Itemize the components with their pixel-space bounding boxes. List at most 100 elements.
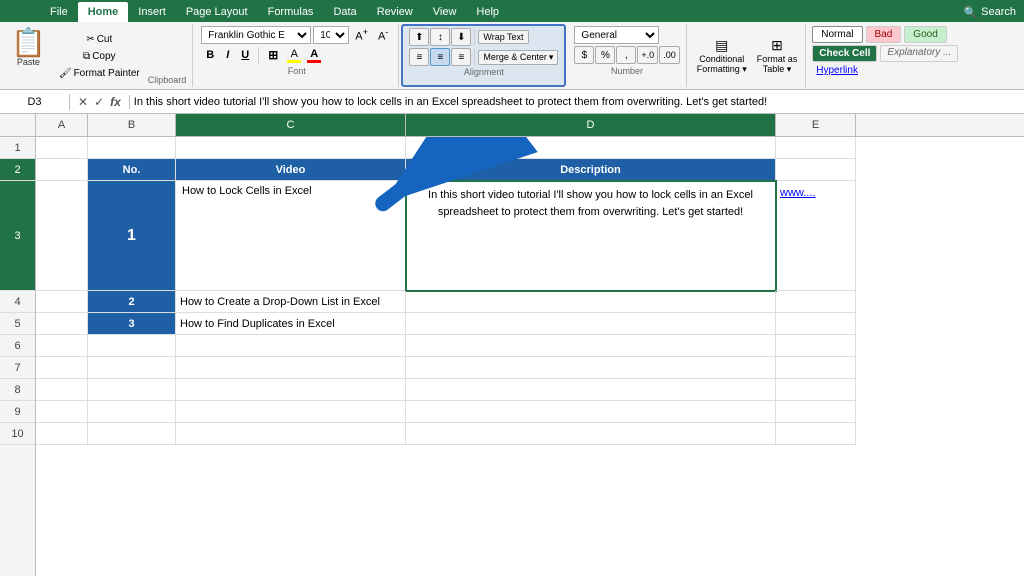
col-header-c[interactable]: C — [176, 114, 406, 136]
cell-e1[interactable] — [776, 137, 856, 159]
row-header-7[interactable]: 7 — [0, 357, 35, 379]
format-painter-button[interactable]: 🖌 Format Painter — [54, 66, 145, 81]
cell-a2[interactable] — [36, 159, 88, 181]
cell-b10[interactable] — [88, 423, 176, 445]
align-right-button[interactable]: ≡ — [451, 48, 471, 66]
cell-e4[interactable] — [776, 291, 856, 313]
bold-button[interactable]: B — [201, 46, 219, 64]
cell-d2[interactable]: Description — [406, 159, 776, 181]
comma-button[interactable]: , — [616, 46, 636, 64]
cell-e6[interactable] — [776, 335, 856, 357]
cell-c4[interactable]: How to Create a Drop-Down List in Excel — [176, 291, 406, 313]
currency-button[interactable]: $ — [574, 46, 594, 64]
fill-color-button[interactable]: A — [285, 48, 303, 63]
style-good[interactable]: Good — [904, 26, 946, 43]
row-header-5[interactable]: 5 — [0, 313, 35, 335]
wrap-text-button[interactable]: Wrap Text — [478, 30, 528, 44]
cell-a3[interactable] — [36, 181, 88, 291]
cell-a10[interactable] — [36, 423, 88, 445]
tab-view[interactable]: View — [423, 2, 467, 22]
formula-input[interactable] — [130, 96, 1024, 108]
cell-d10[interactable] — [406, 423, 776, 445]
tab-review[interactable]: Review — [367, 2, 423, 22]
style-normal[interactable]: Normal — [812, 26, 862, 43]
cell-c10[interactable] — [176, 423, 406, 445]
cell-a7[interactable] — [36, 357, 88, 379]
cell-b1[interactable] — [88, 137, 176, 159]
paste-button[interactable]: 📋 Paste — [6, 26, 51, 87]
style-explanatory[interactable]: Explanatory ... — [880, 45, 958, 62]
font-decrease-button[interactable]: A- — [374, 26, 392, 44]
cell-c5[interactable]: How to Find Duplicates in Excel — [176, 313, 406, 335]
cell-b7[interactable] — [88, 357, 176, 379]
cell-e5[interactable] — [776, 313, 856, 335]
cell-a4[interactable] — [36, 291, 88, 313]
merge-center-button[interactable]: Merge & Center ▾ — [478, 50, 558, 65]
conditional-formatting-button[interactable]: ▤ Conditional Formatting ▾ — [693, 34, 751, 78]
cell-e9[interactable] — [776, 401, 856, 423]
align-left-button[interactable]: ≡ — [409, 48, 429, 66]
style-hyperlink[interactable]: Hyperlink — [812, 65, 858, 76]
underline-button[interactable]: U — [236, 46, 254, 64]
tab-formulas[interactable]: Formulas — [258, 2, 324, 22]
cell-d8[interactable] — [406, 379, 776, 401]
number-format-select[interactable]: General — [574, 26, 659, 44]
cell-a9[interactable] — [36, 401, 88, 423]
font-size-select[interactable]: 10 — [313, 26, 349, 44]
borders-button[interactable]: ⊞ — [263, 46, 283, 64]
cell-reference[interactable]: D3 — [0, 94, 70, 110]
cell-d3[interactable]: In this short video tutorial I'll show y… — [406, 181, 776, 291]
font-color-button[interactable]: A — [305, 48, 323, 63]
style-bad[interactable]: Bad — [866, 26, 902, 43]
cell-b8[interactable] — [88, 379, 176, 401]
cell-d9[interactable] — [406, 401, 776, 423]
tab-data[interactable]: Data — [323, 2, 366, 22]
format-as-table-button[interactable]: ⊞ Format as Table ▾ — [753, 34, 802, 78]
cell-b2[interactable]: No. — [88, 159, 176, 181]
align-bottom-button[interactable]: ⬇ — [451, 28, 471, 46]
col-header-e[interactable]: E — [776, 114, 856, 136]
cell-c8[interactable] — [176, 379, 406, 401]
cell-e10[interactable] — [776, 423, 856, 445]
cell-e3[interactable]: www.... — [776, 181, 856, 291]
confirm-formula-icon[interactable]: ✓ — [94, 95, 104, 109]
cell-c9[interactable] — [176, 401, 406, 423]
decrease-decimal-button[interactable]: .00 — [659, 46, 680, 64]
row-header-8[interactable]: 8 — [0, 379, 35, 401]
tab-home[interactable]: Home — [78, 2, 129, 22]
cell-d5[interactable] — [406, 313, 776, 335]
percent-button[interactable]: % — [595, 46, 615, 64]
cell-a1[interactable] — [36, 137, 88, 159]
italic-button[interactable]: I — [221, 46, 234, 64]
cell-d6[interactable] — [406, 335, 776, 357]
cell-c1[interactable] — [176, 137, 406, 159]
insert-function-icon[interactable]: fx — [110, 95, 121, 109]
row-header-1[interactable]: 1 — [0, 137, 35, 159]
cell-b4[interactable]: 2 — [88, 291, 176, 313]
cell-b9[interactable] — [88, 401, 176, 423]
cell-d1[interactable] — [406, 137, 776, 159]
col-header-b[interactable]: B — [88, 114, 176, 136]
cell-e7[interactable] — [776, 357, 856, 379]
cell-c7[interactable] — [176, 357, 406, 379]
cell-a8[interactable] — [36, 379, 88, 401]
style-check-cell[interactable]: Check Cell — [812, 45, 877, 62]
row-header-6[interactable]: 6 — [0, 335, 35, 357]
align-center-button[interactable]: ≡ — [430, 48, 450, 66]
cell-a5[interactable] — [36, 313, 88, 335]
copy-button[interactable]: ⧉ Copy — [54, 49, 145, 64]
cell-d7[interactable] — [406, 357, 776, 379]
col-header-a[interactable]: A — [36, 114, 88, 136]
cell-d4[interactable] — [406, 291, 776, 313]
tab-page-layout[interactable]: Page Layout — [176, 2, 258, 22]
cancel-formula-icon[interactable]: ✕ — [78, 95, 88, 109]
row-header-2[interactable]: 2 — [0, 159, 35, 181]
font-name-select[interactable]: Franklin Gothic E — [201, 26, 311, 44]
font-increase-button[interactable]: A+ — [351, 26, 372, 44]
row-header-4[interactable]: 4 — [0, 291, 35, 313]
cell-b3[interactable]: 1 — [88, 181, 176, 291]
cell-c3[interactable]: How to Lock Cells in Excel — [176, 181, 406, 291]
tab-help[interactable]: Help — [466, 2, 509, 22]
row-header-9[interactable]: 9 — [0, 401, 35, 423]
increase-decimal-button[interactable]: +.0 — [637, 46, 658, 64]
